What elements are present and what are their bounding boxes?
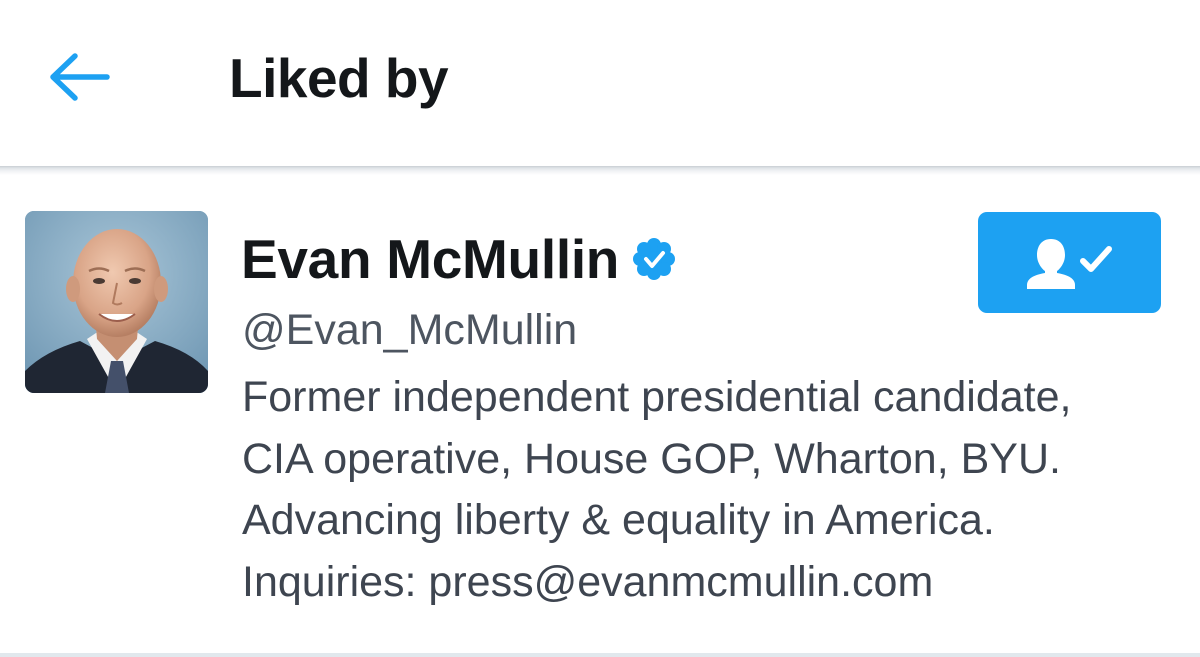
display-name: Evan McMullin bbox=[241, 228, 620, 290]
following-button[interactable] bbox=[978, 212, 1161, 313]
arrow-left-icon bbox=[50, 53, 110, 101]
list-divider bbox=[0, 653, 1200, 657]
user-bio: Former independent presidential candidat… bbox=[242, 367, 1172, 613]
bio-line: Advancing liberty & equality in America. bbox=[242, 496, 995, 544]
person-check-icon bbox=[1026, 238, 1112, 289]
header-divider bbox=[0, 166, 1200, 175]
profile-photo bbox=[25, 211, 208, 393]
bio-line: CIA operative, House GOP, Wharton, BYU. bbox=[242, 434, 1061, 483]
verified-badge-icon bbox=[633, 238, 676, 280]
user-list-item[interactable]: Evan McMullin @Evan_McMullin Former inde… bbox=[0, 175, 1200, 653]
avatar[interactable] bbox=[25, 211, 208, 393]
bio-line: Former independent presidential candidat… bbox=[242, 373, 1072, 421]
liked-by-screen: Liked by Evan McMullin @Evan_McMullin Fo… bbox=[0, 0, 1200, 657]
bio-line: Inquiries: press@evanmcmullin.com bbox=[242, 557, 934, 606]
user-name-line[interactable]: Evan McMullin bbox=[241, 223, 677, 295]
top-app-bar: Liked by bbox=[0, 0, 1200, 168]
back-button[interactable] bbox=[44, 44, 116, 110]
page-title: Liked by bbox=[229, 47, 449, 109]
user-handle: @Evan_McMullin bbox=[242, 306, 578, 354]
